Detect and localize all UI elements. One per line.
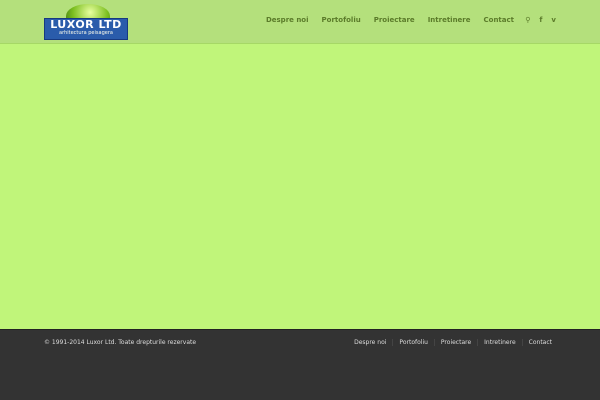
footer-nav: Despre noi Portofoliu Proiectare Intreti…	[348, 339, 558, 346]
logo-title: LUXOR LTD	[50, 18, 122, 31]
header: LUXOR LTD arhitectura peisagera Despre n…	[0, 0, 600, 44]
search-icon[interactable]: ⚲	[525, 16, 530, 24]
footer-link-despre-noi[interactable]: Despre noi	[348, 339, 392, 346]
footer-link-contact[interactable]: Contact	[521, 339, 558, 346]
footer-link-proiectare[interactable]: Proiectare	[433, 339, 477, 346]
main-nav: Despre noi Portofoliu Proiectare Intreti…	[253, 16, 514, 24]
vimeo-icon[interactable]: v	[551, 16, 556, 24]
footer-link-portofoliu[interactable]: Portofoliu	[392, 339, 434, 346]
logo-plate: LUXOR LTD arhitectura peisagera	[44, 18, 128, 40]
copyright: © 1991-2014 Luxor Ltd. Toate drepturile …	[44, 339, 197, 346]
nav-proiectare[interactable]: Proiectare	[374, 16, 415, 24]
logo-subtitle: arhitectura peisagera	[59, 30, 113, 36]
footer: © 1991-2014 Luxor Ltd. Toate drepturile …	[0, 329, 600, 400]
nav-intretinere[interactable]: Intretinere	[428, 16, 471, 24]
nav-portofoliu[interactable]: Portofoliu	[322, 16, 361, 24]
footer-link-intretinere[interactable]: Intretinere	[477, 339, 522, 346]
nav-despre-noi[interactable]: Despre noi	[266, 16, 309, 24]
header-icons: ⚲ f v	[525, 16, 556, 24]
nav-contact[interactable]: Contact	[484, 16, 515, 24]
logo[interactable]: LUXOR LTD arhitectura peisagera	[44, 4, 130, 40]
facebook-icon[interactable]: f	[539, 16, 542, 24]
